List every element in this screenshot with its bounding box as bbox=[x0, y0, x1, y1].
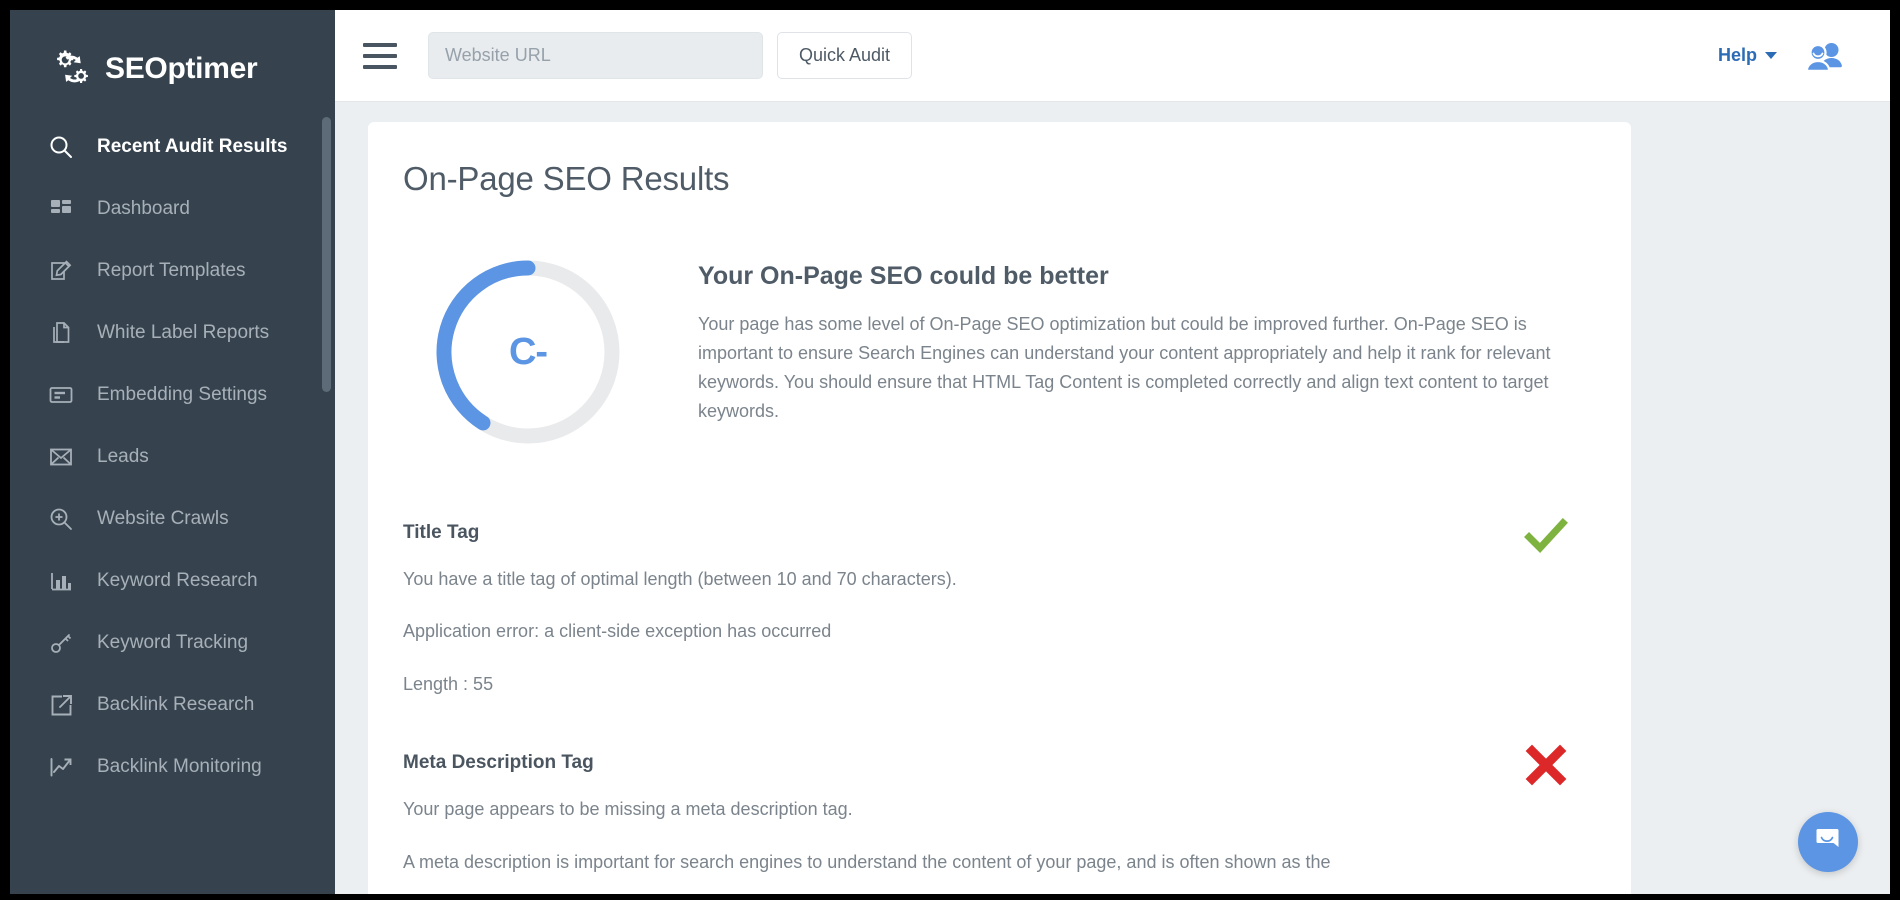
sidebar-item-label: Embedding Settings bbox=[97, 384, 267, 406]
sidebar: SEOptimer Recent Audit Results bbox=[10, 10, 335, 894]
sidebar-item-keyword-research[interactable]: Keyword Research bbox=[10, 550, 335, 612]
external-link-icon bbox=[46, 690, 76, 720]
magnifier-plus-icon bbox=[46, 504, 76, 534]
brand-name: SEOptimer bbox=[105, 52, 257, 86]
check-line: Your page appears to be missing a meta d… bbox=[403, 798, 1583, 821]
sidebar-item-leads[interactable]: Leads bbox=[10, 426, 335, 488]
sidebar-item-label: Recent Audit Results bbox=[97, 136, 287, 158]
brand-logo[interactable]: SEOptimer bbox=[10, 10, 335, 102]
topbar: Quick Audit Help bbox=[335, 10, 1890, 102]
pencil-square-icon bbox=[46, 256, 76, 286]
check-line: Application error: a client-side excepti… bbox=[403, 620, 1583, 643]
sidebar-item-label: Backlink Research bbox=[97, 694, 254, 716]
sidebar-item-label: Dashboard bbox=[97, 198, 190, 220]
bar-chart-icon bbox=[46, 566, 76, 596]
sidebar-item-dashboard[interactable]: Dashboard bbox=[10, 178, 335, 240]
sidebar-item-label: Keyword Tracking bbox=[97, 632, 248, 654]
seo-score-grade: C- bbox=[428, 252, 628, 452]
on-page-seo-results-card: On-Page SEO Results C- Your On-Page SEO … bbox=[368, 122, 1631, 894]
users-icon[interactable] bbox=[1806, 41, 1844, 71]
sidebar-nav: Recent Audit Results Dashboard bbox=[10, 102, 335, 798]
sidebar-item-backlink-monitoring[interactable]: Backlink Monitoring bbox=[10, 736, 335, 798]
website-url-input[interactable] bbox=[428, 32, 763, 79]
sidebar-item-recent-audit-results[interactable]: Recent Audit Results bbox=[10, 116, 335, 178]
check-title: Title Tag bbox=[403, 522, 1631, 544]
sidebar-item-label: White Label Reports bbox=[97, 322, 269, 344]
score-summary: C- Your On-Page SEO could be better Your… bbox=[368, 198, 1631, 452]
search-icon bbox=[46, 132, 76, 162]
envelope-icon bbox=[46, 442, 76, 472]
check-title: Meta Description Tag bbox=[403, 752, 1631, 774]
summary-text-block: Your On-Page SEO could be better Your pa… bbox=[698, 252, 1603, 452]
sidebar-item-report-templates[interactable]: Report Templates bbox=[10, 240, 335, 302]
chat-launcher-button[interactable] bbox=[1798, 812, 1858, 872]
trend-line-icon bbox=[46, 752, 76, 782]
gear-logo-icon bbox=[52, 48, 94, 90]
summary-heading: Your On-Page SEO could be better bbox=[698, 262, 1603, 291]
sidebar-item-backlink-research[interactable]: Backlink Research bbox=[10, 674, 335, 736]
sidebar-scrollbar[interactable] bbox=[322, 117, 331, 392]
hamburger-icon[interactable] bbox=[363, 43, 397, 69]
copy-documents-icon bbox=[46, 318, 76, 348]
chat-bubble-icon bbox=[1813, 825, 1843, 860]
sidebar-item-label: Report Templates bbox=[97, 260, 246, 282]
check-line: A meta description is important for sear… bbox=[403, 851, 1583, 874]
sidebar-item-keyword-tracking[interactable]: Keyword Tracking bbox=[10, 612, 335, 674]
seo-score-gauge: C- bbox=[428, 252, 628, 452]
sidebar-item-label: Keyword Research bbox=[97, 570, 258, 592]
sidebar-item-label: Website Crawls bbox=[97, 508, 229, 530]
quick-audit-button[interactable]: Quick Audit bbox=[777, 32, 912, 79]
sidebar-item-label: Leads bbox=[97, 446, 149, 468]
cross-mark-icon bbox=[1523, 742, 1569, 788]
check-line: You have a title tag of optimal length (… bbox=[403, 568, 1583, 591]
sidebar-item-label: Backlink Monitoring bbox=[97, 756, 262, 778]
check-line: Length : 55 bbox=[403, 673, 1583, 696]
summary-paragraph: Your page has some level of On-Page SEO … bbox=[698, 310, 1603, 427]
sidebar-item-website-crawls[interactable]: Website Crawls bbox=[10, 488, 335, 550]
sidebar-item-white-label-reports[interactable]: White Label Reports bbox=[10, 302, 335, 364]
check-row: Meta Description Tag Your page appears t… bbox=[368, 752, 1631, 874]
app-window: SEOptimer Recent Audit Results bbox=[10, 10, 1890, 894]
embed-box-icon bbox=[46, 380, 76, 410]
grid-icon bbox=[46, 194, 76, 224]
topbar-right-group: Help bbox=[1718, 41, 1844, 71]
check-row: Title Tag You have a title tag of optima… bbox=[368, 522, 1631, 696]
main-content: On-Page SEO Results C- Your On-Page SEO … bbox=[335, 102, 1890, 894]
check-list: Title Tag You have a title tag of optima… bbox=[368, 452, 1631, 874]
key-icon bbox=[46, 628, 76, 658]
page-title: On-Page SEO Results bbox=[368, 122, 1631, 198]
chevron-down-icon bbox=[1765, 52, 1777, 59]
help-menu-label: Help bbox=[1718, 45, 1757, 66]
sidebar-item-embedding-settings[interactable]: Embedding Settings bbox=[10, 364, 335, 426]
check-mark-icon bbox=[1523, 512, 1569, 558]
help-menu[interactable]: Help bbox=[1718, 45, 1777, 66]
